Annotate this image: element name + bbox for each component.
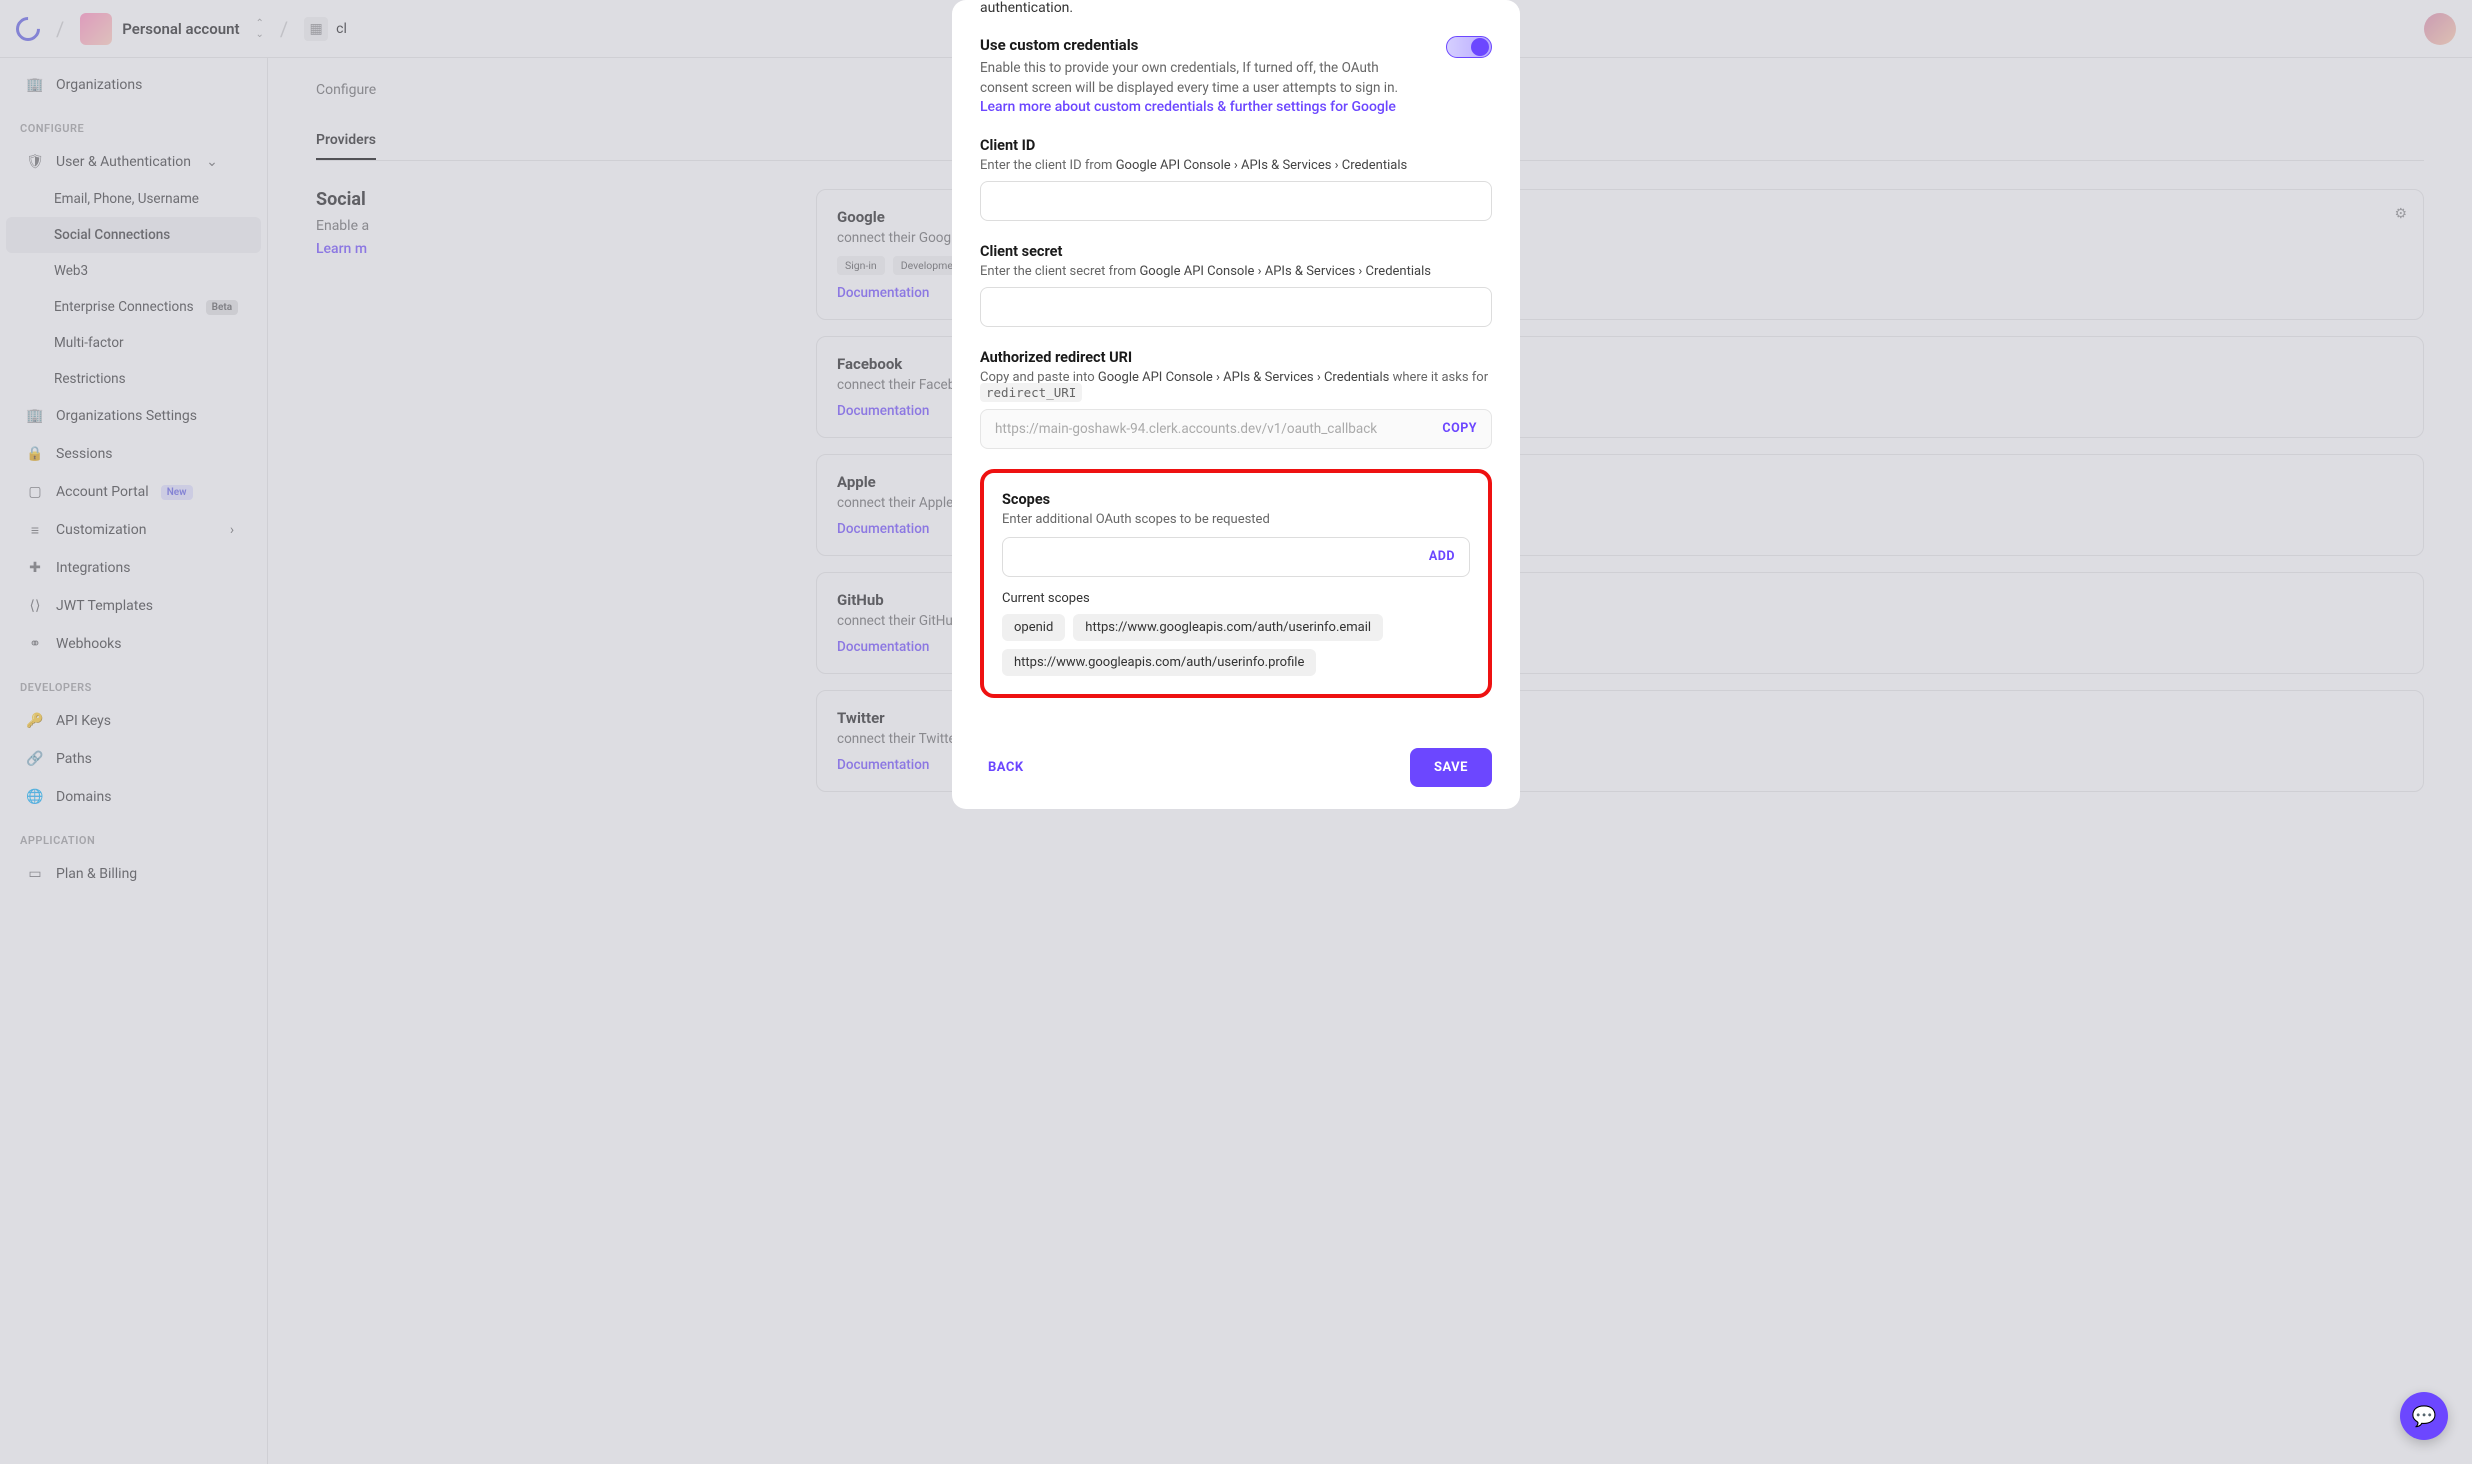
client-id-label: Client ID <box>980 137 1492 154</box>
toggle-desc: Enable this to provide your own credenti… <box>980 58 1426 99</box>
redirect-uri-copy-row: https://main-goshawk-94.clerk.accounts.d… <box>980 409 1492 449</box>
custom-credentials-row: Use custom credentials Enable this to pr… <box>980 36 1492 115</box>
google-settings-modal: authentication. Use custom credentials E… <box>952 0 1520 809</box>
scopes-highlight: Scopes Enter additional OAuth scopes to … <box>980 469 1492 698</box>
client-secret-field: Client secret Enter the client secret fr… <box>980 243 1492 327</box>
scope-input[interactable] <box>1003 538 1429 576</box>
scopes-label: Scopes <box>1002 491 1470 508</box>
custom-credentials-toggle[interactable] <box>1446 36 1492 58</box>
client-id-field: Client ID Enter the client ID from Googl… <box>980 137 1492 221</box>
modal-overlay: authentication. Use custom credentials E… <box>0 0 2472 1464</box>
redirect-uri-hint: Copy and paste into Google API Console ›… <box>980 370 1492 401</box>
scope-chip: openid <box>1002 614 1065 641</box>
redirect-uri-field: Authorized redirect URI Copy and paste i… <box>980 349 1492 449</box>
save-button[interactable]: SAVE <box>1410 748 1492 787</box>
toggle-title: Use custom credentials <box>980 36 1426 54</box>
scope-chip: https://www.googleapis.com/auth/userinfo… <box>1002 649 1316 676</box>
client-secret-input[interactable] <box>980 287 1492 327</box>
trailing-text: authentication. <box>980 0 1492 22</box>
client-secret-label: Client secret <box>980 243 1492 260</box>
scopes-hint: Enter additional OAuth scopes to be requ… <box>1002 512 1470 527</box>
redirect-uri-label: Authorized redirect URI <box>980 349 1492 366</box>
copy-button[interactable]: COPY <box>1442 421 1477 436</box>
scope-chip: https://www.googleapis.com/auth/userinfo… <box>1073 614 1383 641</box>
client-secret-hint: Enter the client secret from Google API … <box>980 264 1492 279</box>
back-button[interactable]: BACK <box>980 748 1032 787</box>
redirect-uri-value: https://main-goshawk-94.clerk.accounts.d… <box>995 421 1442 437</box>
add-scope-button[interactable]: ADD <box>1429 549 1455 564</box>
toggle-learn-link[interactable]: Learn more about custom credentials & fu… <box>980 99 1426 115</box>
modal-footer: BACK SAVE <box>952 726 1520 809</box>
client-id-hint: Enter the client ID from Google API Cons… <box>980 158 1492 173</box>
scope-chips: openid https://www.googleapis.com/auth/us… <box>1002 614 1470 676</box>
scope-input-row: ADD <box>1002 537 1470 577</box>
chat-bubble[interactable]: 💬 <box>2400 1392 2448 1440</box>
chat-icon: 💬 <box>2412 1404 2437 1428</box>
current-scopes-label: Current scopes <box>1002 591 1470 606</box>
client-id-input[interactable] <box>980 181 1492 221</box>
